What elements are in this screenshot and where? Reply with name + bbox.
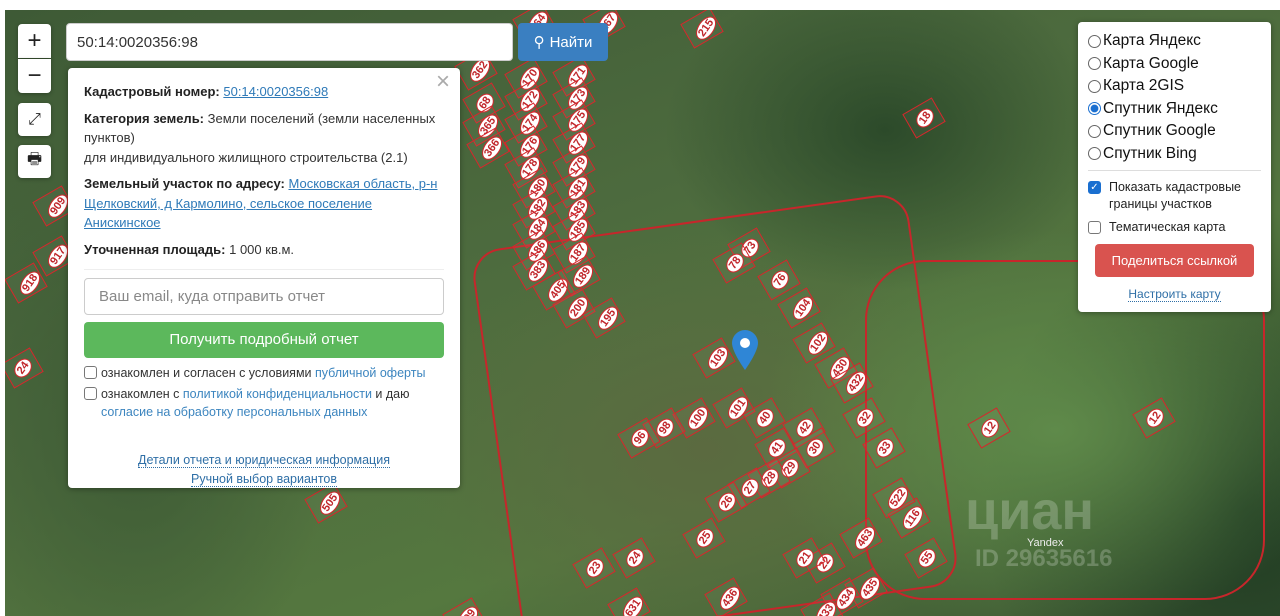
layer-option[interactable]: Спутник Яндекс xyxy=(1088,98,1261,121)
search-icon: ⚲ xyxy=(533,34,545,51)
offer-checkbox[interactable] xyxy=(84,366,97,379)
thematic-map-label: Тематическая карта xyxy=(1109,220,1226,234)
details-link[interactable]: Детали отчета и юридическая информация xyxy=(138,453,390,468)
location-pin-icon[interactable] xyxy=(732,330,758,375)
agree2-text: ознакомлен с xyxy=(101,387,183,401)
radio-button[interactable] xyxy=(1088,124,1101,138)
category-label: Категория земель: xyxy=(84,110,205,126)
share-link-button[interactable]: Поделиться ссылкой xyxy=(1095,244,1254,277)
watermark-id: ID 29635616 xyxy=(975,545,1113,572)
agree2-mid: и даю xyxy=(371,387,410,401)
area-value: 1 000 кв.м. xyxy=(229,241,295,257)
thematic-map-checkbox[interactable] xyxy=(1088,221,1101,234)
radio-button[interactable] xyxy=(1088,102,1101,116)
layer-option-label: Спутник Яндекс xyxy=(1103,99,1218,117)
privacy-checkbox[interactable] xyxy=(84,387,97,400)
configure-map-link[interactable]: Настроить карту xyxy=(1128,287,1221,302)
parcel-info-popup: × Кадастровый номер: 50:14:0020356:98 Ка… xyxy=(68,68,460,488)
layer-option[interactable]: Спутник Bing xyxy=(1088,143,1261,166)
email-input[interactable]: Ваш email, куда отправить отчет xyxy=(84,278,444,315)
category-use: для индивидуального жилищного строительс… xyxy=(84,149,408,165)
layer-switcher-panel: Карта Яндекс Карта Google Карта 2GIS Спутни… xyxy=(1078,22,1271,312)
watermark-brand: циан xyxy=(965,481,1095,541)
cadastral-link[interactable]: 50:14:0020356:98 xyxy=(223,84,328,99)
manual-selection-link[interactable]: Ручной выбор вариантов xyxy=(191,472,337,487)
zoom-out-button[interactable]: − xyxy=(18,59,51,93)
divider xyxy=(1088,170,1261,171)
find-label: Найти xyxy=(549,33,593,51)
radio-button[interactable] xyxy=(1088,57,1101,71)
layer-option[interactable]: Спутник Google xyxy=(1088,120,1261,143)
layer-option-label: Карта Яндекс xyxy=(1103,32,1201,50)
show-boundaries-checkbox[interactable]: ✓ xyxy=(1088,181,1101,194)
close-icon[interactable]: × xyxy=(436,70,450,93)
print-icon[interactable]: 🖶 xyxy=(18,145,51,178)
cadastral-label: Кадастровый номер: xyxy=(84,84,220,99)
radio-button[interactable] xyxy=(1088,34,1101,48)
layer-option[interactable]: Карта Google xyxy=(1088,53,1261,76)
show-boundaries-label: Показать кадастровые границы участков xyxy=(1109,180,1242,211)
address-label: Земельный участок по адресу: xyxy=(84,176,285,191)
layer-option-label: Карта 2GIS xyxy=(1103,77,1185,95)
find-button[interactable]: ⚲ Найти xyxy=(518,23,608,61)
layer-option[interactable]: Карта 2GIS xyxy=(1088,75,1261,98)
radio-button[interactable] xyxy=(1088,147,1101,161)
layer-option-label: Спутник Bing xyxy=(1103,144,1197,162)
get-report-button[interactable]: Получить подробный отчет xyxy=(84,322,444,358)
map-attribution: Yandex xyxy=(1027,537,1064,549)
zoom-in-button[interactable]: + xyxy=(18,24,51,58)
layer-option-label: Спутник Google xyxy=(1103,122,1216,140)
privacy-link[interactable]: политикой конфиденциальности xyxy=(183,387,372,401)
offer-link[interactable]: публичной оферты xyxy=(315,366,425,380)
cadastral-search-input[interactable] xyxy=(66,23,513,61)
fullscreen-icon[interactable]: ⤢ xyxy=(18,103,51,136)
area-label: Уточненная площадь: xyxy=(84,241,226,257)
layer-option-label: Карта Google xyxy=(1103,54,1199,72)
agree1-text: ознакомлен и согласен с условиями xyxy=(101,366,315,380)
consent-link[interactable]: согласие на обработку персональных данны… xyxy=(101,405,367,419)
radio-button[interactable] xyxy=(1088,79,1101,93)
layer-option[interactable]: Карта Яндекс xyxy=(1088,30,1261,53)
